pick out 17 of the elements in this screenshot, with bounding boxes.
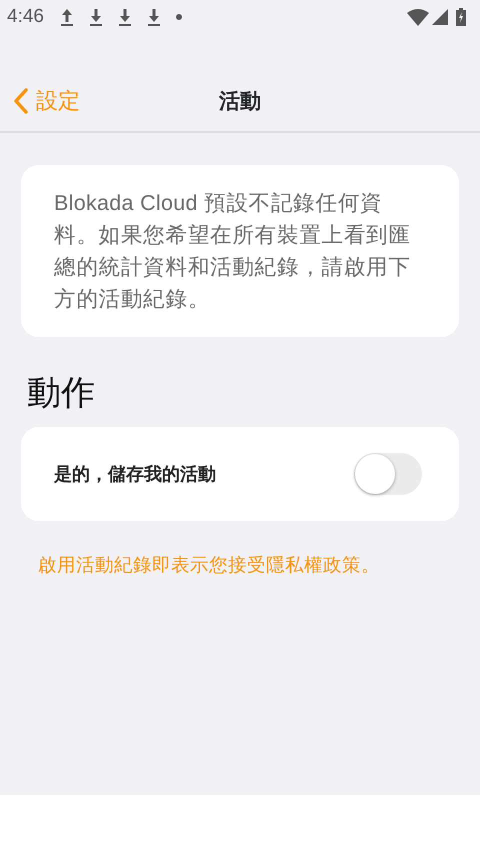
download-icon <box>88 8 103 26</box>
page-title: 活動 <box>219 90 261 112</box>
back-chevron-icon <box>14 88 28 114</box>
setting-label: 是的，儲存我的活動 <box>54 462 216 486</box>
signal-icon <box>432 9 448 25</box>
toggle-switch[interactable] <box>354 453 422 495</box>
notification-dot-icon <box>176 14 182 20</box>
privacy-policy-link[interactable]: 啟用活動紀錄即表示您接受隱私權政策。 <box>38 551 380 579</box>
battery-icon <box>456 8 466 26</box>
section-heading: 動作 <box>27 373 96 414</box>
back-button[interactable]: 設定 <box>0 84 80 117</box>
download-icon <box>146 8 161 26</box>
wifi-icon <box>407 8 429 26</box>
status-time: 4:46 <box>7 4 44 29</box>
info-text: Blokada Cloud 預設不記錄任何資料。如果您希望在所有裝置上看到匯總的統計資料和活動紀錄，請啟用下方的活動紀錄。 <box>53 190 412 313</box>
download-icon <box>118 8 132 26</box>
upload-icon <box>60 8 74 26</box>
